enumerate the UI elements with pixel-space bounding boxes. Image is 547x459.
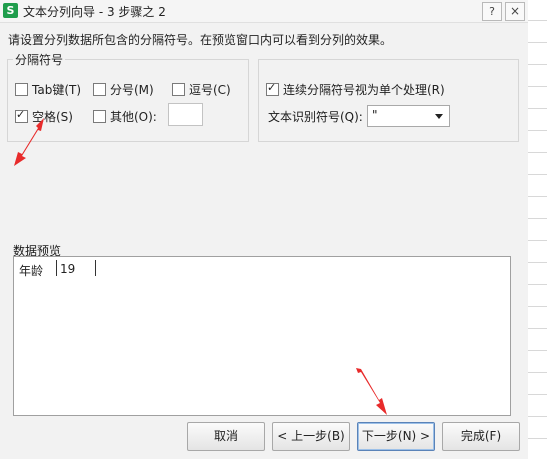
options-group [258, 59, 519, 142]
consecutive-checkbox-box[interactable] [266, 81, 279, 96]
comma-checkbox-label: 逗号(C) [189, 83, 231, 97]
other-checkbox[interactable]: 其他(O): [93, 108, 157, 125]
semicolon-checkbox-label: 分号(M) [110, 83, 154, 97]
chevron-down-icon[interactable] [435, 114, 443, 119]
text-qualifier-value: " [372, 108, 378, 122]
grid-line [528, 108, 547, 109]
wps-spreadsheet-icon: S [3, 3, 18, 18]
help-button[interactable]: ? [482, 2, 502, 21]
consecutive-checkbox-label: 连续分隔符号视为单个处理(R) [283, 83, 445, 97]
instruction-text: 请设置分列数据所包含的分隔符号。在预览窗口内可以看到分列的效果。 [8, 33, 393, 47]
tab-checkbox-label: Tab键(T) [32, 83, 82, 97]
preview-cell: 年龄 [19, 264, 44, 278]
text-qualifier-label: 文本识别符号(Q): [268, 110, 363, 124]
grid-line [528, 438, 547, 439]
semicolon-checkbox[interactable]: 分号(M) [93, 81, 154, 98]
comma-checkbox[interactable]: 逗号(C) [172, 81, 231, 98]
grid-line [528, 196, 547, 197]
next-button[interactable]: 下一步(N) > [357, 422, 435, 451]
space-checkbox-box[interactable] [15, 108, 28, 123]
tab-checkbox-box[interactable] [15, 83, 28, 96]
other-delimiter-input[interactable] [168, 103, 203, 126]
spreadsheet-background [528, 0, 547, 459]
back-button[interactable]: < 上一步(B) [272, 422, 350, 451]
grid-line [528, 394, 547, 395]
grid-line [528, 240, 547, 241]
text-to-columns-dialog: S 文本分列向导 - 3 步骤之 2 ? × 请设置分列数据所包含的分隔符号。在… [0, 0, 529, 459]
space-checkbox[interactable]: 空格(S) [15, 108, 73, 125]
grid-line [528, 284, 547, 285]
grid-line [528, 350, 547, 351]
grid-line [528, 306, 547, 307]
grid-line [528, 152, 547, 153]
grid-line [528, 372, 547, 373]
title-bar: S 文本分列向导 - 3 步骤之 2 ? × [0, 0, 528, 23]
grid-line [528, 64, 547, 65]
grid-line [528, 328, 547, 329]
grid-line [528, 262, 547, 263]
tab-checkbox[interactable]: Tab键(T) [15, 81, 81, 98]
column-separator[interactable] [95, 260, 96, 276]
grid-line [528, 42, 547, 43]
grid-line [528, 416, 547, 417]
close-button[interactable]: × [505, 2, 525, 21]
consecutive-delimiters-checkbox[interactable]: 连续分隔符号视为单个处理(R) [266, 81, 445, 98]
grid-line [528, 130, 547, 131]
dialog-title: 文本分列向导 - 3 步骤之 2 [23, 5, 166, 19]
grid-line [528, 174, 547, 175]
delimiters-group-title: 分隔符号 [13, 51, 66, 68]
semicolon-checkbox-box[interactable] [93, 83, 106, 96]
grid-line [528, 20, 547, 21]
grid-line [528, 86, 547, 87]
text-qualifier-select[interactable]: " [367, 105, 450, 127]
column-separator[interactable] [56, 260, 57, 276]
cancel-button[interactable]: 取消 [187, 422, 265, 451]
data-preview-pane[interactable]: 年龄 19 [13, 256, 511, 416]
delimiters-group [7, 59, 249, 142]
preview-cell: 19 [60, 262, 76, 276]
other-checkbox-label: 其他(O): [110, 110, 157, 124]
grid-line [528, 218, 547, 219]
other-checkbox-box[interactable] [93, 110, 106, 123]
finish-button[interactable]: 完成(F) [442, 422, 520, 451]
space-checkbox-label: 空格(S) [32, 110, 73, 124]
comma-checkbox-box[interactable] [172, 83, 185, 96]
